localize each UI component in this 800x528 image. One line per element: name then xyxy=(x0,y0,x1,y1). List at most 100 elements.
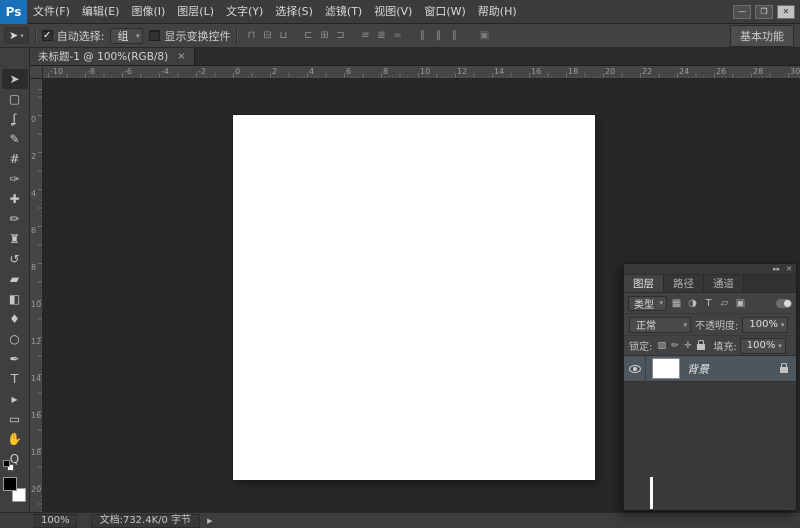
collapse-panel-icon[interactable]: ▸▸ xyxy=(773,266,780,273)
align-distribute-buttons: ⊓⊟⊔ ⊏⊞⊐ ≡≣= ∥‖∥ ▣ xyxy=(243,30,492,41)
align-top-edges-button[interactable]: ⊓ xyxy=(243,30,259,41)
ruler-label: 24 xyxy=(677,67,689,76)
crop-tool[interactable]: # xyxy=(2,149,28,169)
horizontal-ruler[interactable]: -10-8-6-4-2024681012141618202224262830 xyxy=(30,66,800,79)
ruler-label: -4 xyxy=(159,67,169,76)
layer-visibility-eye-icon[interactable] xyxy=(629,365,641,373)
menu-item[interactable]: 滤镜(T) xyxy=(319,0,368,24)
auto-align-layers-button[interactable]: ▣ xyxy=(476,30,492,41)
auto-select-target-dropdown[interactable]: 组 ▾ xyxy=(110,28,143,44)
filter-type-layers-icon[interactable]: T xyxy=(701,296,716,311)
panel-tab[interactable]: 通道 xyxy=(704,275,744,292)
opacity-label: 不透明度: xyxy=(695,317,738,332)
filter-type-dropdown[interactable]: 类型 ▾ xyxy=(628,296,667,311)
ruler-origin-corner[interactable] xyxy=(30,66,43,79)
filter-pixel-layers-icon[interactable]: ▦ xyxy=(669,296,684,311)
menu-item[interactable]: 文字(Y) xyxy=(220,0,269,24)
lock-image-pixels-icon[interactable]: ✏ xyxy=(668,338,681,353)
vertical-ruler[interactable]: 02468101214161820 xyxy=(30,79,43,512)
panel-tab[interactable]: 图层 xyxy=(624,275,664,292)
ruler-label: -2 xyxy=(196,67,206,76)
visibility-well[interactable] xyxy=(624,356,646,382)
filter-smart-objects-icon[interactable]: ▣ xyxy=(733,296,748,311)
eraser-tool[interactable]: ▰ xyxy=(2,269,28,289)
align-horizontal-centers-button[interactable]: ⊞ xyxy=(316,30,332,41)
document-canvas[interactable] xyxy=(233,115,595,480)
lock-transparent-pixels-icon[interactable]: ▨ xyxy=(655,338,668,353)
auto-select-checkbox[interactable]: ✓ 自动选择: xyxy=(42,28,105,44)
gradient-tool[interactable]: ◧ xyxy=(2,289,28,309)
distribute-bottom-edges-button[interactable]: = xyxy=(389,30,405,41)
align-left-edges-button[interactable]: ⊏ xyxy=(300,30,316,41)
lock-label: 锁定: xyxy=(629,338,652,353)
quick-selection-tool[interactable]: ✎ xyxy=(2,129,28,149)
lock-position-icon[interactable]: ✛ xyxy=(681,338,694,353)
menu-item[interactable]: 文件(F) xyxy=(27,0,76,24)
ruler-label: 16 xyxy=(529,67,541,76)
status-flyout-arrow-icon[interactable]: ▶ xyxy=(203,517,216,525)
menu-item[interactable]: 选择(S) xyxy=(269,0,319,24)
align-right-edges-button[interactable]: ⊐ xyxy=(332,30,348,41)
path-selection-tool[interactable]: ▸ xyxy=(2,389,28,409)
layer-name[interactable]: 背景 xyxy=(687,361,709,377)
menu-item[interactable]: 窗口(W) xyxy=(418,0,471,24)
panel-close-icon[interactable]: ✕ xyxy=(786,266,792,273)
pen-tool[interactable]: ✒ xyxy=(2,349,28,369)
tool-preset-picker[interactable]: ➤ ▾ xyxy=(4,27,29,44)
menu-item[interactable]: 编辑(E) xyxy=(76,0,126,24)
menu-item[interactable]: 图层(L) xyxy=(171,0,220,24)
ruler-label: 10 xyxy=(31,300,41,309)
distribute-left-edges-button[interactable]: ∥ xyxy=(414,30,430,41)
checkbox-checked-icon[interactable]: ✓ xyxy=(42,30,53,41)
distribute-right-edges-button[interactable]: ∥ xyxy=(446,30,462,41)
foreground-color-swatch[interactable] xyxy=(3,477,17,491)
menu-item[interactable]: 帮助(H) xyxy=(472,0,523,24)
align-vertical-centers-button[interactable]: ⊟ xyxy=(259,30,275,41)
menu-bar: Ps 文件(F)编辑(E)图像(I)图层(L)文字(Y)选择(S)滤镜(T)视图… xyxy=(0,0,800,24)
distribute-horizontal-centers-button[interactable]: ‖ xyxy=(430,30,446,41)
eyedropper-tool[interactable]: ✑ xyxy=(2,169,28,189)
workspace-switcher-button[interactable]: 基本功能 xyxy=(730,25,794,47)
document-tab[interactable]: 未标题-1 @ 100%(RGB/8) × xyxy=(30,48,195,65)
minimize-button[interactable]: — xyxy=(733,5,751,19)
photoshop-logo-icon: Ps xyxy=(0,0,27,24)
blend-mode-dropdown[interactable]: 正常 ▾ xyxy=(629,317,691,333)
layer-row-background[interactable]: 背景 xyxy=(624,356,796,382)
chevron-down-icon: ▾ xyxy=(20,32,24,40)
move-tool[interactable]: ➤ xyxy=(2,69,28,89)
dodge-tool[interactable]: ○ xyxy=(2,329,28,349)
maximize-button[interactable]: ❐ xyxy=(755,5,773,19)
blur-tool[interactable]: ♦ xyxy=(2,309,28,329)
distribute-top-edges-button[interactable]: ≡ xyxy=(357,30,373,41)
align-bottom-edges-button[interactable]: ⊔ xyxy=(275,30,291,41)
clone-stamp-tool[interactable]: ♜ xyxy=(2,229,28,249)
move-tool-icon: ➤ xyxy=(9,29,18,42)
opacity-dropdown[interactable]: 100% ▾ xyxy=(742,317,788,333)
layer-thumbnail[interactable] xyxy=(652,358,680,379)
lasso-tool[interactable]: ʆ xyxy=(2,109,28,129)
history-brush-tool[interactable]: ↺ xyxy=(2,249,28,269)
menu-item[interactable]: 图像(I) xyxy=(125,0,171,24)
distribute-vertical-centers-button[interactable]: ≣ xyxy=(373,30,389,41)
filter-shape-layers-icon[interactable]: ▱ xyxy=(717,296,732,311)
rectangular-marquee-tool[interactable]: ▢ xyxy=(2,89,28,109)
panel-tab[interactable]: 路径 xyxy=(664,275,704,292)
ruler-label: 6 xyxy=(31,226,36,235)
fill-dropdown[interactable]: 100% ▾ xyxy=(740,338,786,354)
zoom-level-field[interactable]: 100% xyxy=(34,514,77,528)
filter-adjustment-layers-icon[interactable]: ◑ xyxy=(685,296,700,311)
ruler-label: 8 xyxy=(381,67,388,76)
show-transform-controls-checkbox[interactable]: 显示变换控件 xyxy=(149,28,230,44)
brush-tool[interactable]: ✏ xyxy=(2,209,28,229)
checkbox-unchecked-icon[interactable] xyxy=(149,30,160,41)
horizontal-type-tool[interactable]: T xyxy=(2,369,28,389)
lock-all-icon[interactable] xyxy=(697,344,705,350)
close-tab-icon[interactable]: × xyxy=(177,51,185,62)
default-colors-icon[interactable] xyxy=(3,460,17,472)
menu-item[interactable]: 视图(V) xyxy=(368,0,418,24)
filter-toggle-switch[interactable] xyxy=(776,299,792,308)
rectangle-tool[interactable]: ▭ xyxy=(2,409,28,429)
spot-healing-brush-tool[interactable]: ✚ xyxy=(2,189,28,209)
close-button[interactable]: ✕ xyxy=(777,5,795,19)
hand-tool[interactable]: ✋ xyxy=(2,429,28,449)
